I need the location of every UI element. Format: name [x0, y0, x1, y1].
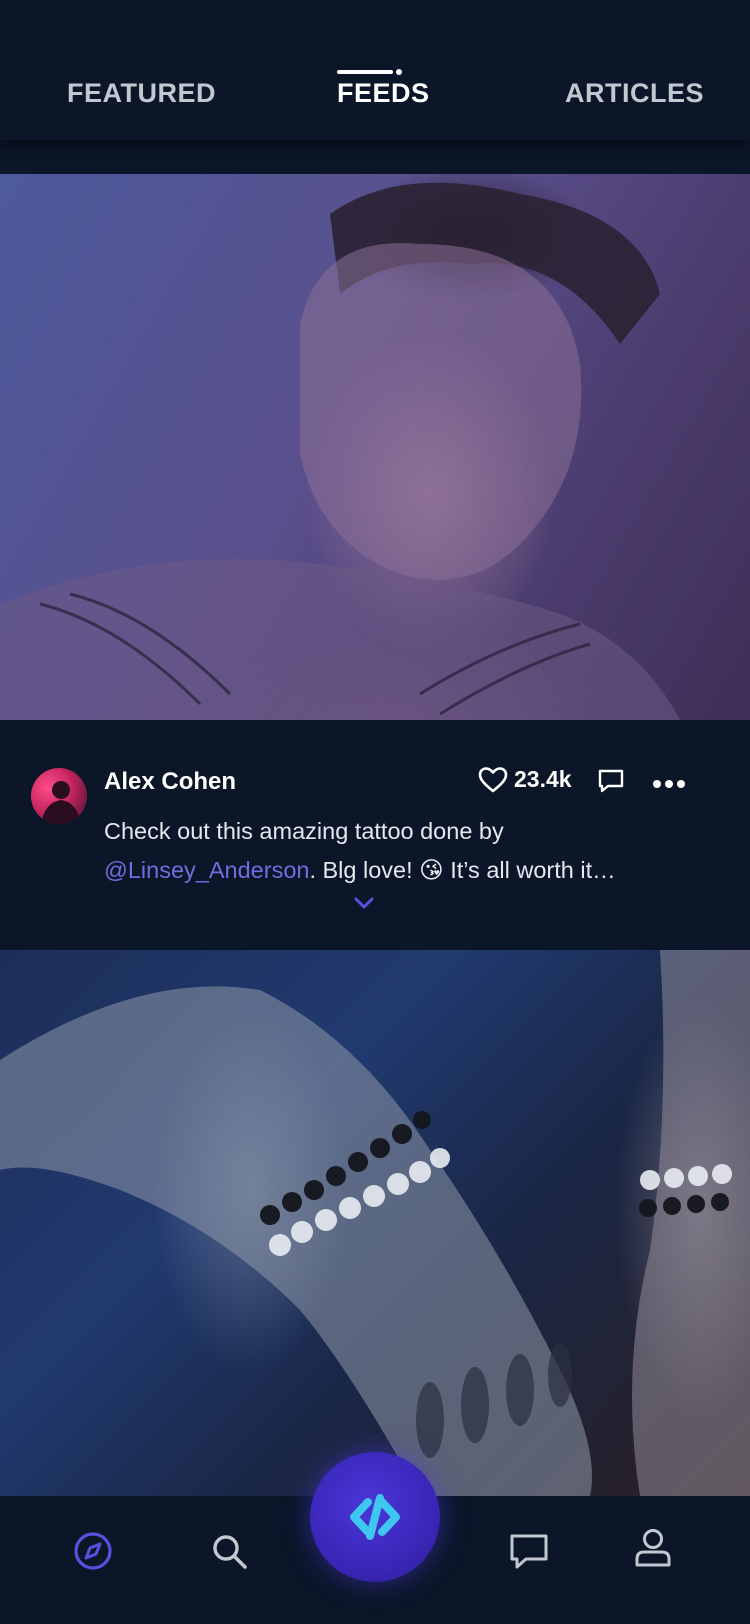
- tab-articles[interactable]: ARTICLES: [565, 78, 704, 109]
- nav-messages-button[interactable]: [508, 1532, 550, 1577]
- nav-profile-button[interactable]: [633, 1527, 673, 1574]
- nav-search-button[interactable]: [210, 1532, 250, 1577]
- chevron-down-icon: [354, 897, 374, 909]
- compass-icon: [74, 1532, 112, 1570]
- profile-icon: [635, 1529, 671, 1567]
- post-caption: Check out this amazing tattoo done by @L…: [104, 812, 674, 890]
- tab-featured[interactable]: FEATURED: [67, 78, 216, 109]
- comment-button[interactable]: [597, 768, 625, 799]
- caption-text-end: . Blg love! 😘 It’s all worth it…: [309, 857, 616, 883]
- expand-caption-button[interactable]: [353, 896, 375, 915]
- active-tab-indicator: [337, 70, 393, 74]
- create-post-button[interactable]: [310, 1452, 440, 1582]
- like-count: 23.4k: [514, 766, 572, 792]
- more-dots-icon: [653, 780, 685, 788]
- like-button[interactable]: 23.4k: [478, 766, 572, 793]
- active-tab-dot: [396, 69, 402, 75]
- top-tab-bar: FEATURED FEEDS ARTICLES: [0, 0, 750, 140]
- caption-text: Check out this amazing tattoo done by: [104, 818, 504, 844]
- code-icon: [350, 1494, 400, 1540]
- chat-icon: [510, 1534, 548, 1569]
- heart-icon: [478, 767, 508, 793]
- comment-icon: [598, 769, 624, 793]
- tab-feeds[interactable]: FEEDS: [337, 78, 430, 109]
- more-options-button[interactable]: [652, 776, 686, 794]
- post-card: Alex Cohen 23.4k Check out this amazing …: [0, 720, 750, 950]
- avatar[interactable]: [31, 768, 87, 824]
- post-image-tattoo-hands[interactable]: [0, 950, 750, 1496]
- mention-link[interactable]: @Linsey_Anderson: [104, 857, 309, 883]
- nav-explore-button[interactable]: [72, 1530, 114, 1577]
- post-author-name[interactable]: Alex Cohen: [104, 768, 236, 796]
- post-image-portrait[interactable]: [0, 174, 750, 720]
- search-icon: [213, 1535, 247, 1569]
